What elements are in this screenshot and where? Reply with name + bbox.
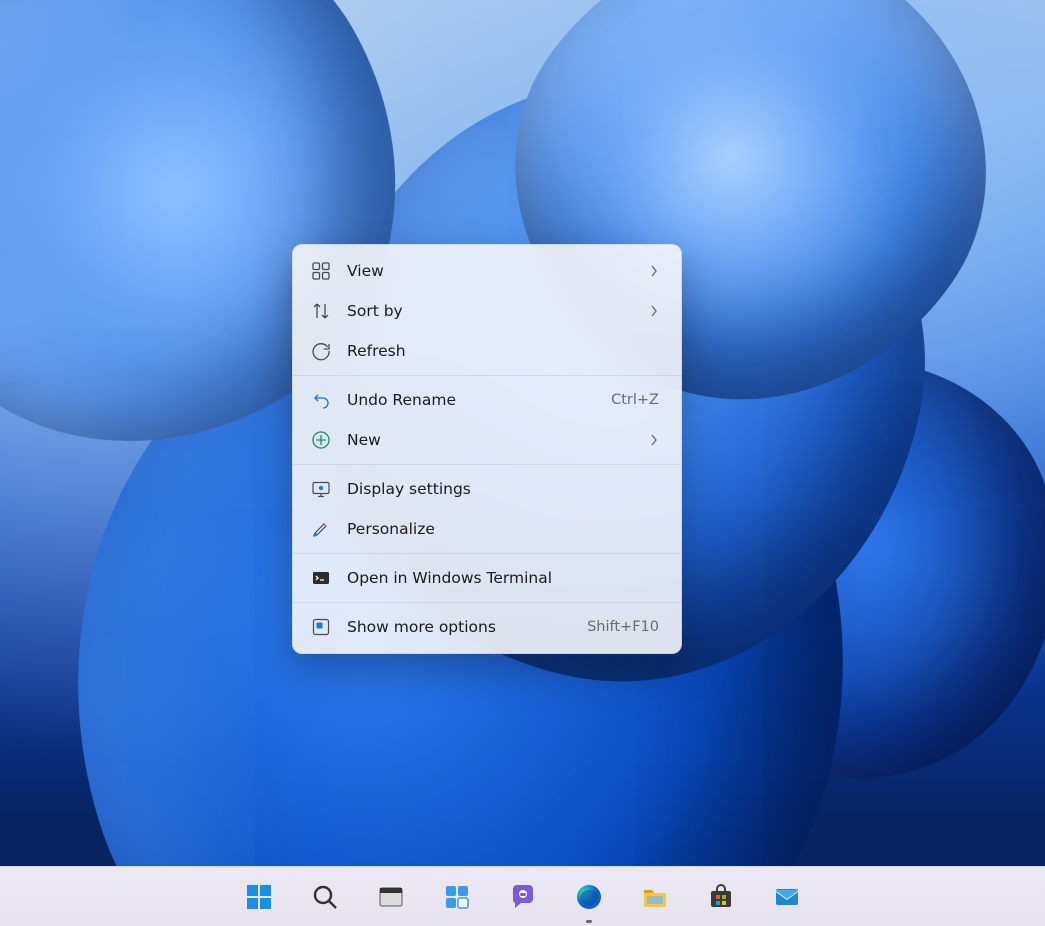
- chat-button[interactable]: [502, 876, 544, 918]
- search-button[interactable]: [304, 876, 346, 918]
- menu-separator: [293, 375, 681, 376]
- file-explorer-button[interactable]: [634, 876, 676, 918]
- menu-item-show-more-options[interactable]: Show more options Shift+F10: [293, 607, 681, 647]
- edge-button[interactable]: [568, 876, 610, 918]
- display-settings-icon: [311, 479, 331, 499]
- store-icon: [707, 883, 735, 911]
- more-options-icon: [311, 617, 331, 637]
- menu-label: Display settings: [347, 480, 659, 498]
- menu-separator: [293, 464, 681, 465]
- task-view-icon: [377, 883, 405, 911]
- windows-logo-icon: [245, 883, 273, 911]
- active-indicator: [586, 920, 592, 923]
- menu-shortcut: Ctrl+Z: [611, 392, 659, 408]
- menu-label: Refresh: [347, 342, 659, 360]
- mail-button[interactable]: [766, 876, 808, 918]
- widgets-icon: [443, 883, 471, 911]
- taskbar: [0, 866, 1045, 926]
- sort-icon: [311, 301, 331, 321]
- mail-icon: [773, 883, 801, 911]
- menu-label: New: [347, 431, 633, 449]
- menu-item-sort-by[interactable]: Sort by: [293, 291, 681, 331]
- menu-label: Sort by: [347, 302, 633, 320]
- menu-item-open-terminal[interactable]: Open in Windows Terminal: [293, 558, 681, 598]
- folder-icon: [641, 883, 669, 911]
- desktop-context-menu: View Sort by Refresh Undo R: [292, 244, 682, 654]
- widgets-button[interactable]: [436, 876, 478, 918]
- menu-label: Open in Windows Terminal: [347, 569, 659, 587]
- edge-icon: [575, 883, 603, 911]
- chat-icon: [509, 883, 537, 911]
- menu-separator: [293, 602, 681, 603]
- undo-icon: [311, 390, 331, 410]
- menu-item-undo-rename[interactable]: Undo Rename Ctrl+Z: [293, 380, 681, 420]
- menu-item-display-settings[interactable]: Display settings: [293, 469, 681, 509]
- store-button[interactable]: [700, 876, 742, 918]
- menu-shortcut: Shift+F10: [587, 619, 659, 635]
- new-icon: [311, 430, 331, 450]
- refresh-icon: [311, 341, 331, 361]
- search-icon: [311, 883, 339, 911]
- menu-label: Personalize: [347, 520, 659, 538]
- terminal-icon: [311, 568, 331, 588]
- menu-label: Show more options: [347, 618, 571, 636]
- menu-item-view[interactable]: View: [293, 251, 681, 291]
- personalize-icon: [311, 519, 331, 539]
- menu-item-new[interactable]: New: [293, 420, 681, 460]
- task-view-button[interactable]: [370, 876, 412, 918]
- chevron-right-icon: [649, 305, 659, 317]
- chevron-right-icon: [649, 434, 659, 446]
- menu-item-refresh[interactable]: Refresh: [293, 331, 681, 371]
- menu-item-personalize[interactable]: Personalize: [293, 509, 681, 549]
- menu-label: Undo Rename: [347, 391, 595, 409]
- menu-label: View: [347, 262, 633, 280]
- view-icon: [311, 261, 331, 281]
- start-button[interactable]: [238, 876, 280, 918]
- menu-separator: [293, 553, 681, 554]
- chevron-right-icon: [649, 265, 659, 277]
